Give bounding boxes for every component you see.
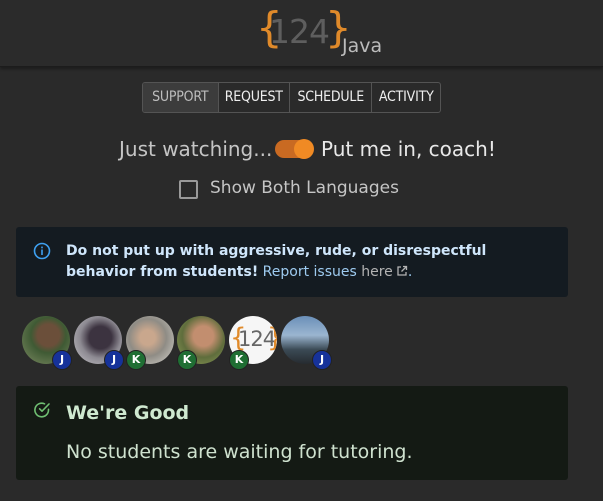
check-circle-icon	[34, 402, 50, 418]
avatar-badge: K	[229, 350, 249, 370]
view-tabs: SUPPORT REQUEST SCHEDULE ACTIVITY	[142, 82, 441, 113]
notice-text: Do not put up with aggressive, rude, or …	[66, 241, 546, 283]
avatar-badge: K	[177, 350, 197, 370]
avatar-badge: J	[104, 350, 124, 370]
show-both-languages-label: Show Both Languages	[210, 178, 399, 198]
notice-end: .	[407, 264, 413, 280]
status-message: No students are waiting for tutoring.	[66, 441, 413, 463]
info-icon	[33, 242, 51, 260]
logo-avatar-brace-right: }	[267, 323, 277, 353]
avatar-badge: J	[52, 350, 72, 370]
avatar-badge: K	[126, 350, 146, 370]
toggle-off-label: Just watching...	[119, 137, 273, 161]
tab-request[interactable]: REQUEST	[219, 83, 291, 112]
mode-toggle-row: Just watching... Put me in, coach!	[0, 137, 603, 161]
report-link-label: here	[361, 264, 393, 280]
logo-language: Java	[342, 35, 383, 57]
tab-support[interactable]: SUPPORT	[143, 83, 219, 112]
logo-number: 124	[269, 12, 330, 51]
tab-activity[interactable]: ACTIVITY	[372, 83, 440, 112]
show-both-languages-checkbox[interactable]	[179, 180, 198, 199]
queue-status-card: We're Good No students are waiting for t…	[16, 386, 568, 480]
tab-schedule[interactable]: SCHEDULE	[290, 83, 373, 112]
external-link-icon	[397, 265, 407, 276]
status-title: We're Good	[66, 402, 190, 424]
mode-toggle-switch[interactable]	[275, 139, 314, 159]
notice-body-text: Report issues	[258, 264, 362, 280]
toggle-knob	[294, 139, 314, 159]
app-header: { 124 } Java	[0, 0, 603, 67]
avatar-badge: J	[312, 350, 332, 370]
toggle-on-label: Put me in, coach!	[321, 137, 496, 161]
report-issues-link[interactable]: here	[361, 264, 408, 280]
conduct-notice: Do not put up with aggressive, rude, or …	[16, 227, 568, 297]
